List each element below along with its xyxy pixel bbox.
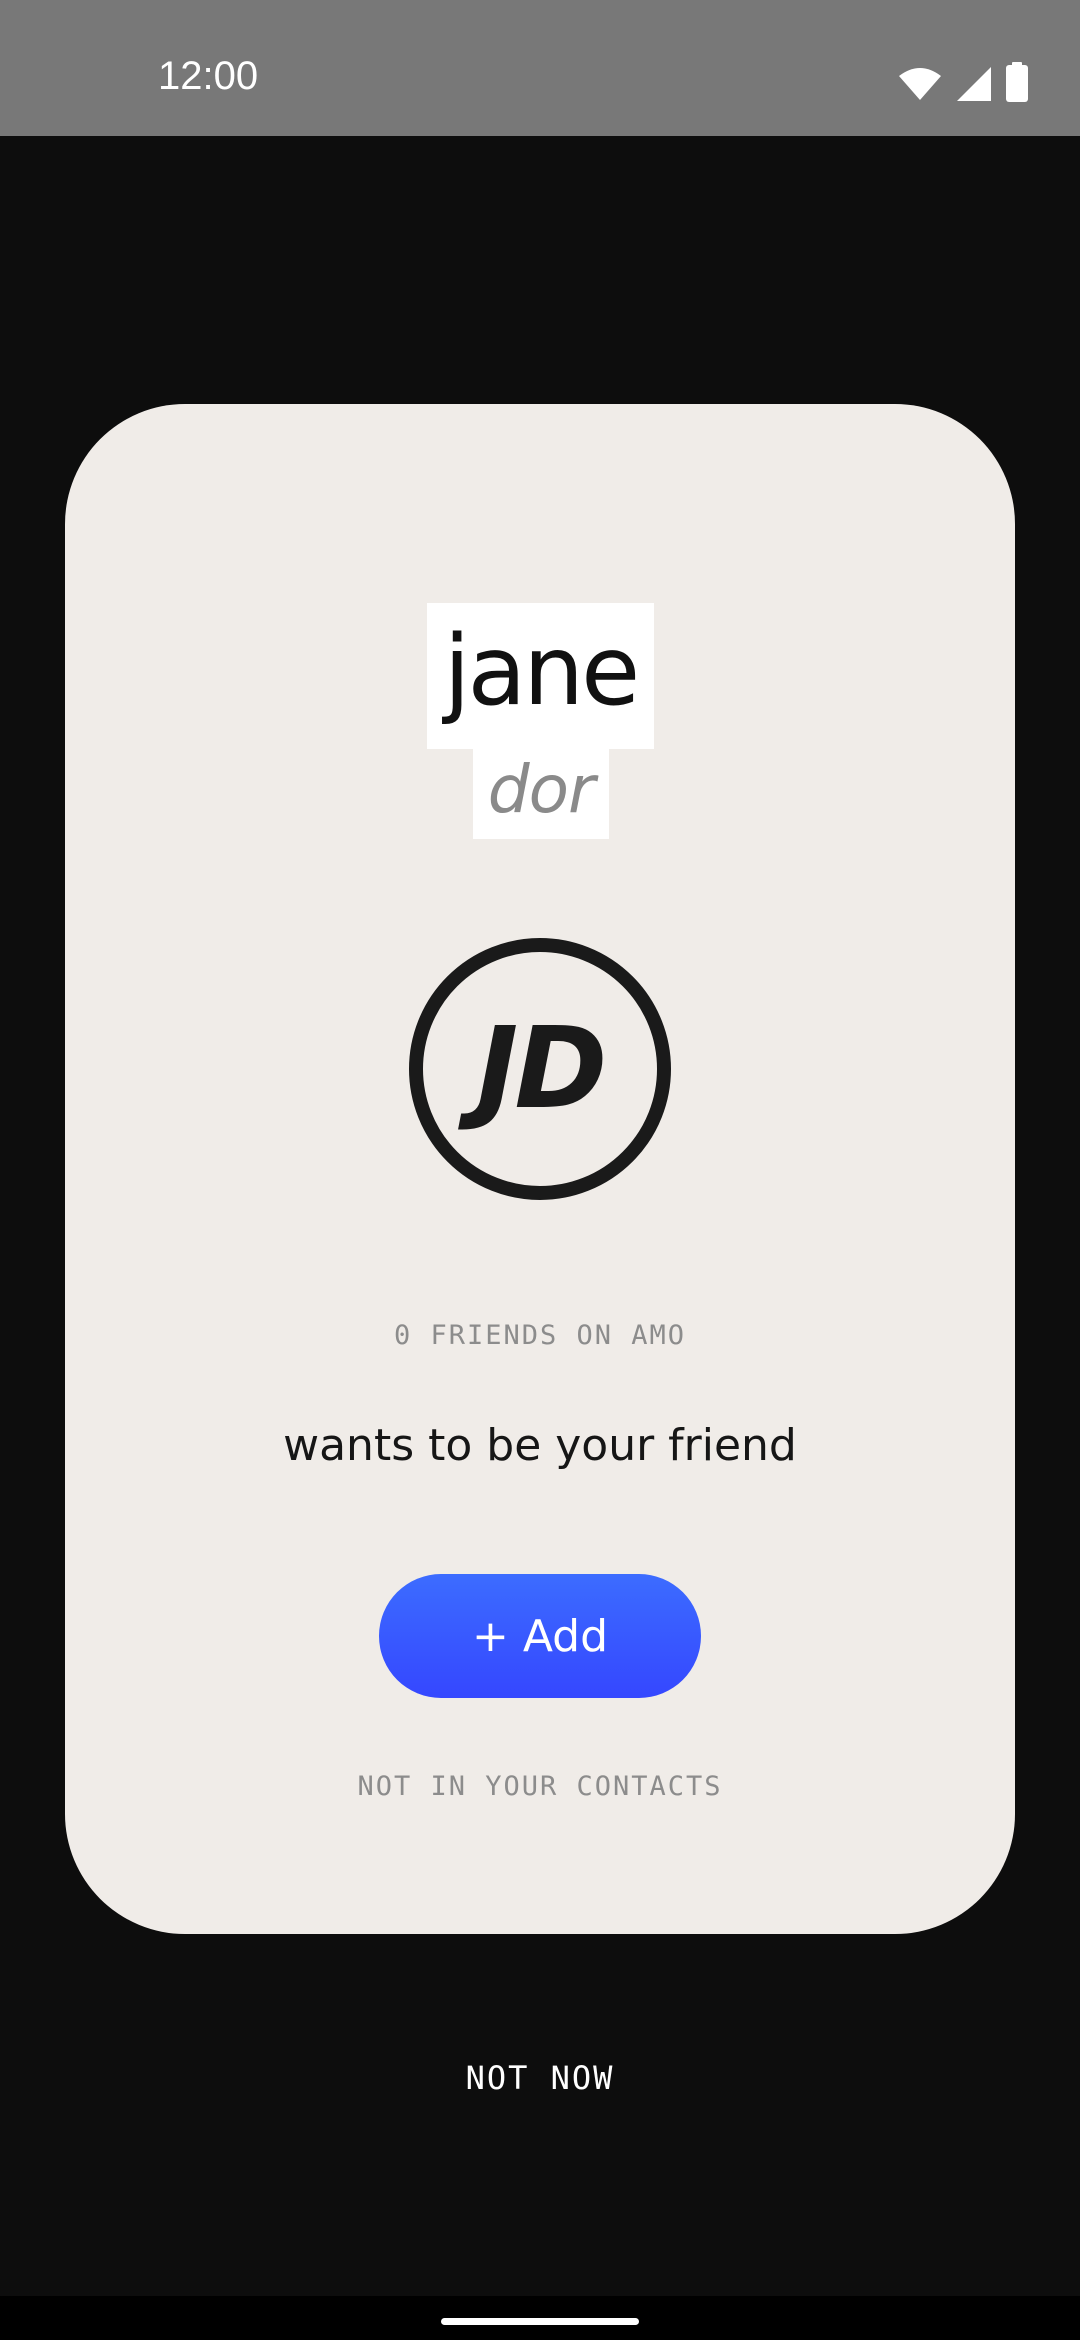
contacts-note: NOT IN YOUR CONTACTS bbox=[357, 1771, 723, 1802]
status-icons bbox=[898, 62, 1028, 102]
first-name: jane bbox=[443, 615, 640, 727]
friends-count: 0 FRIENDS ON AMO bbox=[393, 1320, 687, 1351]
status-time: 12:00 bbox=[158, 54, 259, 98]
avatar-initials: JD bbox=[476, 1004, 608, 1134]
not-now-button[interactable]: NOT NOW bbox=[440, 2062, 640, 2094]
wifi-icon bbox=[898, 66, 942, 102]
last-name-highlight: dor bbox=[473, 749, 609, 839]
last-name: dor bbox=[487, 751, 595, 828]
home-indicator[interactable] bbox=[441, 2318, 639, 2325]
battery-icon bbox=[1006, 62, 1028, 102]
add-friend-button[interactable]: + Add bbox=[379, 1574, 701, 1698]
request-message: wants to be your friend bbox=[283, 1420, 797, 1471]
first-name-highlight: jane bbox=[427, 603, 654, 749]
avatar: JD bbox=[407, 936, 673, 1202]
cellular-signal-icon bbox=[956, 66, 992, 102]
friend-request-screen: 12:00 jane dor JD 0 FRIENDS ON AMO wants… bbox=[0, 0, 1080, 2340]
status-bar: 12:00 bbox=[0, 0, 1080, 136]
